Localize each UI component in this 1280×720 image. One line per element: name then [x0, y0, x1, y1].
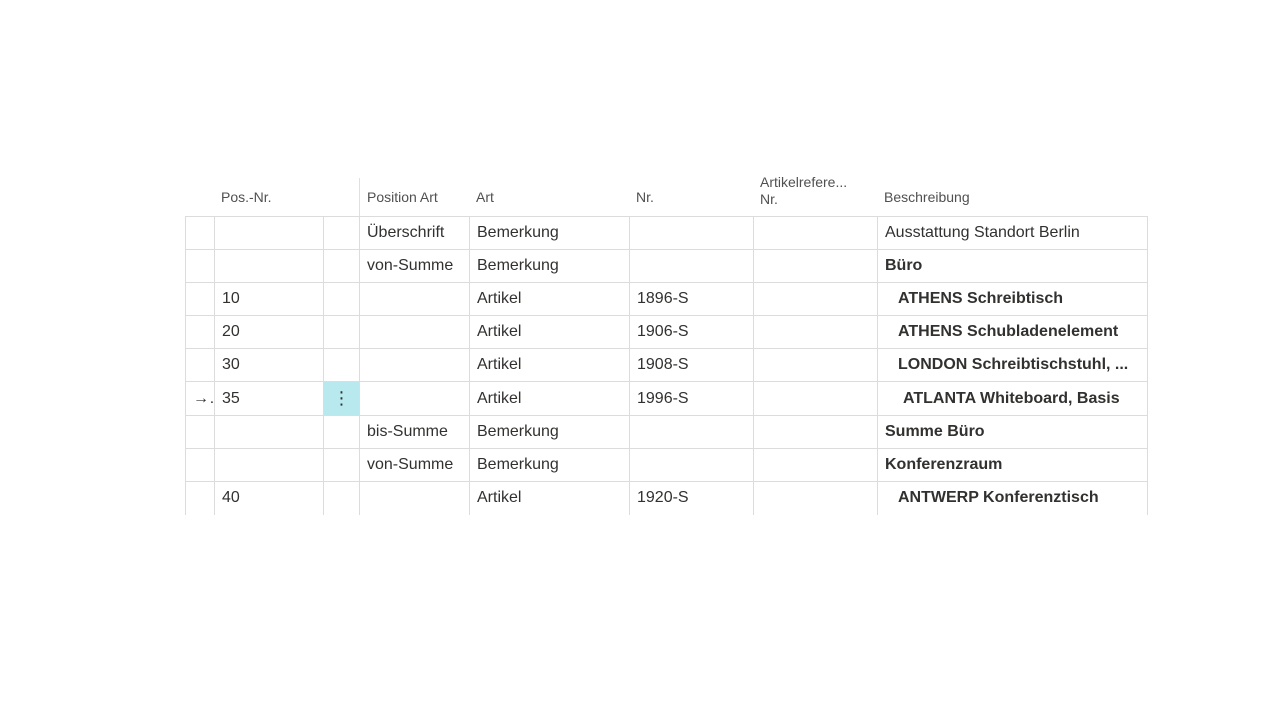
header-beschreibung-label: Beschreibung: [884, 189, 970, 205]
cell-position-art[interactable]: [359, 348, 470, 382]
cell-beschreibung[interactable]: ATLANTA Whiteboard, Basis: [877, 381, 1148, 416]
table-row[interactable]: von-Summe Bemerkung Büro: [185, 249, 1148, 283]
cell-nr[interactable]: 1896-S: [629, 282, 754, 316]
cell-artikelreferenz[interactable]: [753, 348, 878, 382]
cell-artikelreferenz[interactable]: [753, 448, 878, 482]
table-row[interactable]: von-Summe Bemerkung Konferenzraum: [185, 448, 1148, 482]
cell-pos-nr[interactable]: 10: [214, 282, 324, 316]
more-options-icon: ⋮: [332, 388, 351, 408]
table-row[interactable]: 10 Artikel 1896-S ATHENS Schreibtisch: [185, 282, 1148, 316]
cell-art[interactable]: Artikel: [469, 481, 630, 515]
cell-nr[interactable]: [629, 448, 754, 482]
cell-art[interactable]: Bemerkung: [469, 249, 630, 283]
row-indicator[interactable]: [185, 448, 215, 482]
cell-pos-nr[interactable]: [214, 415, 324, 449]
grid-header: Pos.-Nr. Position Art Art Nr. Artikelref…: [185, 170, 1147, 216]
cell-artikelreferenz[interactable]: [753, 249, 878, 283]
row-menu-cell[interactable]: [323, 415, 360, 449]
row-menu-cell[interactable]: [323, 249, 360, 283]
cell-pos-nr[interactable]: [214, 216, 324, 250]
header-nr-label: Nr.: [636, 189, 654, 205]
row-menu-cell[interactable]: [323, 481, 360, 515]
row-indicator[interactable]: [185, 481, 215, 515]
row-indicator[interactable]: [185, 216, 215, 250]
cell-artikelreferenz[interactable]: [753, 381, 878, 416]
cell-artikelreferenz[interactable]: [753, 481, 878, 515]
row-indicator[interactable]: [185, 348, 215, 382]
cell-pos-nr[interactable]: 30: [214, 348, 324, 382]
cell-pos-nr[interactable]: 35: [214, 381, 324, 416]
cell-beschreibung[interactable]: Summe Büro: [877, 415, 1148, 449]
table-row[interactable]: Überschrift Bemerkung Ausstattung Stando…: [185, 216, 1148, 250]
cell-nr[interactable]: [629, 249, 754, 283]
table-row[interactable]: bis-Summe Bemerkung Summe Büro: [185, 415, 1148, 449]
cell-nr[interactable]: [629, 216, 754, 250]
cell-art[interactable]: Artikel: [469, 381, 630, 416]
cell-position-art[interactable]: [359, 282, 470, 316]
header-position-art-label: Position Art: [367, 189, 438, 205]
cell-beschreibung[interactable]: LONDON Schreibtischstuhl, ...: [877, 348, 1148, 382]
cell-position-art[interactable]: von-Summe: [359, 448, 470, 482]
cell-art[interactable]: Artikel: [469, 315, 630, 349]
cell-pos-nr[interactable]: [214, 448, 324, 482]
cell-art[interactable]: Bemerkung: [469, 448, 630, 482]
header-position-art[interactable]: Position Art: [360, 170, 469, 216]
cell-position-art[interactable]: Überschrift: [359, 216, 470, 250]
row-indicator[interactable]: [185, 282, 215, 316]
cell-artikelreferenz[interactable]: [753, 415, 878, 449]
cell-nr[interactable]: 1906-S: [629, 315, 754, 349]
row-menu-button[interactable]: ⋮: [323, 381, 360, 416]
cell-art[interactable]: Artikel: [469, 282, 630, 316]
header-pos-nr-label: Pos.-Nr.: [221, 189, 272, 205]
cell-position-art[interactable]: [359, 381, 470, 416]
cell-pos-nr[interactable]: [214, 249, 324, 283]
current-row-arrow-icon[interactable]: →: [185, 381, 215, 416]
cell-artikelreferenz[interactable]: [753, 315, 878, 349]
row-menu-cell[interactable]: [323, 448, 360, 482]
cell-beschreibung[interactable]: Büro: [877, 249, 1148, 283]
cell-beschreibung[interactable]: ANTWERP Konferenztisch: [877, 481, 1148, 515]
row-indicator[interactable]: [185, 315, 215, 349]
row-indicator[interactable]: [185, 415, 215, 449]
cell-position-art[interactable]: [359, 481, 470, 515]
cell-pos-nr[interactable]: 40: [214, 481, 324, 515]
cell-nr[interactable]: 1908-S: [629, 348, 754, 382]
header-artikelreferenz-label-line2: Nr.: [760, 191, 778, 207]
cell-beschreibung[interactable]: Ausstattung Standort Berlin: [877, 216, 1148, 250]
cell-nr[interactable]: [629, 415, 754, 449]
cell-nr[interactable]: 1920-S: [629, 481, 754, 515]
header-art[interactable]: Art: [469, 170, 629, 216]
header-art-label: Art: [476, 189, 494, 205]
row-menu-cell[interactable]: [323, 282, 360, 316]
header-beschreibung[interactable]: Beschreibung: [877, 170, 1147, 216]
row-menu-cell[interactable]: [323, 216, 360, 250]
document-lines-grid: Pos.-Nr. Position Art Art Nr. Artikelref…: [185, 170, 1148, 515]
cell-position-art[interactable]: [359, 315, 470, 349]
table-row[interactable]: 30 Artikel 1908-S LONDON Schreibtischstu…: [185, 348, 1148, 382]
cell-art[interactable]: Bemerkung: [469, 415, 630, 449]
cell-position-art[interactable]: bis-Summe: [359, 415, 470, 449]
cell-position-art[interactable]: von-Summe: [359, 249, 470, 283]
table-row[interactable]: 40 Artikel 1920-S ANTWERP Konferenztisch: [185, 481, 1148, 515]
header-artikelreferenz[interactable]: Artikelrefere... Nr.: [753, 170, 877, 216]
cell-pos-nr[interactable]: 20: [214, 315, 324, 349]
cell-art[interactable]: Bemerkung: [469, 216, 630, 250]
cell-beschreibung[interactable]: ATHENS Schubladenelement: [877, 315, 1148, 349]
cell-artikelreferenz[interactable]: [753, 282, 878, 316]
lines-table: Überschrift Bemerkung Ausstattung Stando…: [185, 216, 1148, 515]
cell-art[interactable]: Artikel: [469, 348, 630, 382]
header-artikelreferenz-label: Artikelrefere...: [760, 174, 848, 190]
table-row[interactable]: 20 Artikel 1906-S ATHENS Schubladeneleme…: [185, 315, 1148, 349]
header-pos-nr[interactable]: Pos.-Nr.: [214, 170, 323, 216]
row-indicator[interactable]: [185, 249, 215, 283]
cell-beschreibung[interactable]: Konferenzraum: [877, 448, 1148, 482]
header-nr[interactable]: Nr.: [629, 170, 753, 216]
cell-nr[interactable]: 1996-S: [629, 381, 754, 416]
row-menu-cell[interactable]: [323, 315, 360, 349]
cell-beschreibung[interactable]: ATHENS Schreibtisch: [877, 282, 1148, 316]
table-row-current[interactable]: → 35 ⋮ Artikel 1996-S ATLANTA Whiteboard…: [185, 381, 1148, 416]
cell-artikelreferenz[interactable]: [753, 216, 878, 250]
row-menu-cell[interactable]: [323, 348, 360, 382]
